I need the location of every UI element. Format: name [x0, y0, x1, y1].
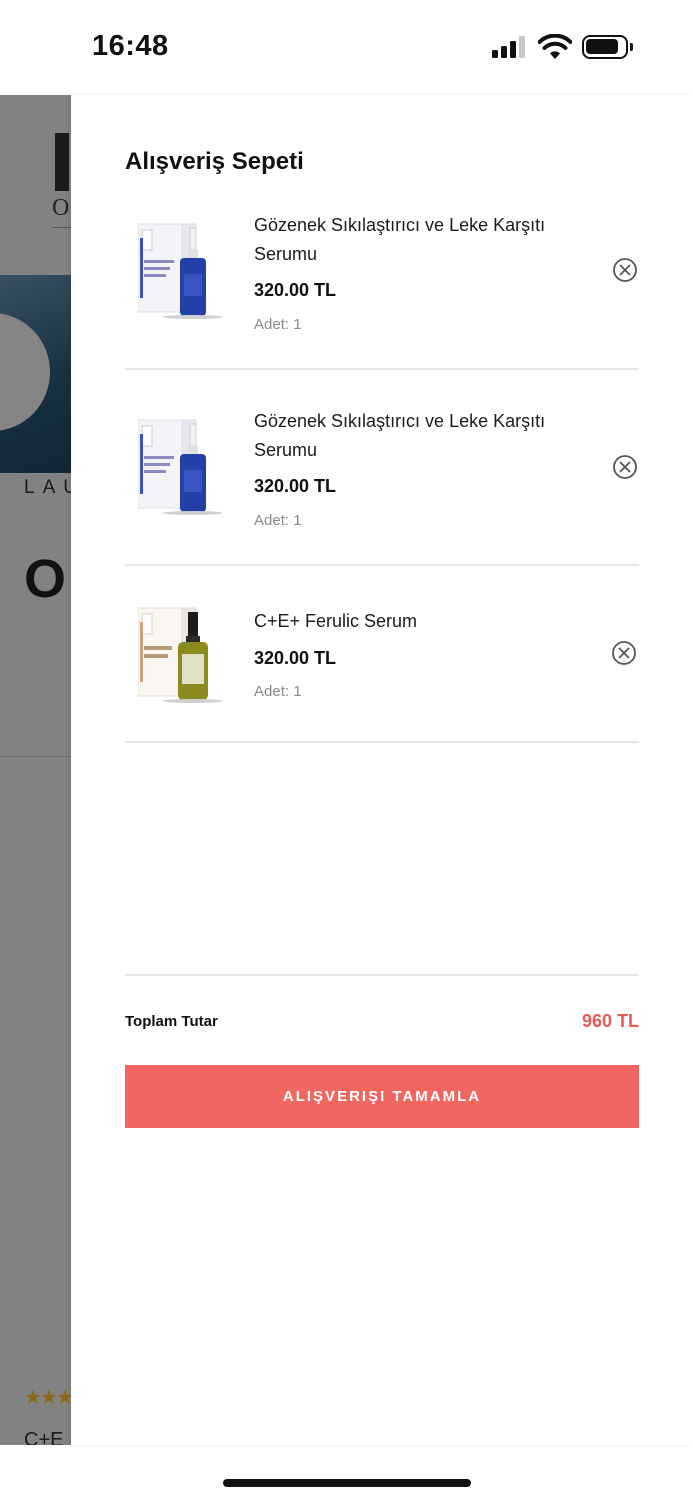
product-price: 320.00 TL	[254, 648, 337, 668]
product-image	[138, 607, 223, 703]
background-header: O	[0, 95, 71, 273]
background-logo-divider	[52, 227, 71, 228]
background-banner-image	[0, 275, 71, 473]
background-product-name: C+E	[24, 1429, 64, 1445]
product-image	[138, 223, 223, 319]
cart-item: C+E+ Ferulic Serum 320.00 TL Adet: 1	[125, 566, 639, 743]
remove-item-button[interactable]	[611, 640, 637, 666]
product-quantity: Adet: 1	[254, 316, 302, 333]
home-indicator[interactable]	[223, 1479, 471, 1487]
product-price: 320.00 TL	[254, 476, 337, 496]
background-divider	[0, 756, 71, 757]
product-name[interactable]: Gözenek Sıkılaştırıcı ve Leke Karşıtı Se…	[254, 211, 574, 269]
product-image	[138, 419, 223, 515]
cellular-signal-icon	[492, 36, 528, 58]
background-page: O LAU O ★★★ C+E	[0, 95, 71, 1445]
total-value: 960 TL	[581, 1011, 639, 1031]
background-logo-letter: O	[52, 195, 70, 221]
product-name[interactable]: Gözenek Sıkılaştırıcı ve Leke Karşıtı Se…	[254, 407, 574, 465]
total-divider	[125, 974, 639, 976]
product-name[interactable]: C+E+ Ferulic Serum	[254, 607, 574, 636]
total-label: Toplam Tutar	[125, 1013, 218, 1030]
status-time: 16:48	[92, 30, 169, 62]
cart-item: Gözenek Sıkılaştırıcı ve Leke Karşıtı Se…	[125, 370, 639, 566]
remove-item-button[interactable]	[612, 257, 638, 283]
status-bar: 16:48	[0, 0, 693, 95]
background-brand-subtitle: LAU	[24, 477, 71, 498]
product-quantity: Adet: 1	[254, 683, 302, 700]
product-quantity: Adet: 1	[254, 512, 302, 529]
cart-item: Gözenek Sıkılaştırıcı ve Leke Karşıtı Se…	[125, 198, 639, 370]
background-rating-stars-icon: ★★★	[24, 1387, 71, 1409]
cart-title: Alışveriş Sepeti	[125, 148, 304, 175]
checkout-button[interactable]: ALIŞVERIŞI TAMAMLA	[125, 1065, 639, 1128]
background-logo	[55, 133, 69, 191]
wifi-icon	[538, 34, 572, 59]
remove-item-button[interactable]	[612, 454, 638, 480]
product-price: 320.00 TL	[254, 280, 337, 300]
background-heading: O	[24, 549, 67, 609]
cart-drawer: Alışveriş Sepeti Gözenek Sıkılaştırıcı v…	[71, 95, 693, 1445]
battery-icon	[582, 35, 633, 59]
